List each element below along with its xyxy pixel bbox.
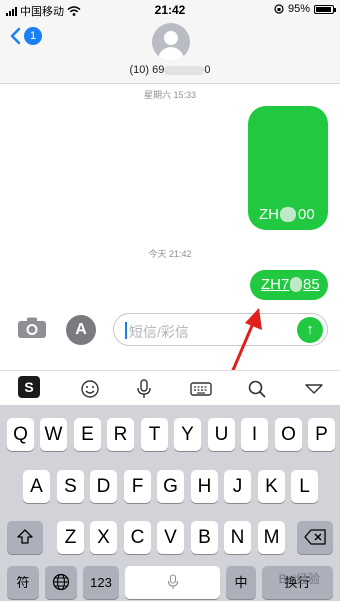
message-timestamp: 今天 21:42 [148,249,192,259]
unread-badge: 1 [24,27,42,45]
backspace-icon [304,529,326,545]
app-store-button[interactable]: A [66,315,96,345]
key-o[interactable]: O [275,418,302,451]
shift-icon [17,529,33,544]
key-a[interactable]: A [23,470,50,503]
key-k[interactable]: K [258,470,285,503]
message-text-end: 85 [303,276,320,293]
redacted-text [290,277,302,292]
key-s[interactable]: S [57,470,84,503]
numbers-key[interactable]: 123 [83,566,119,599]
key-w[interactable]: W [40,418,67,451]
status-right: 95% [274,3,336,15]
key-h[interactable]: H [191,470,218,503]
key-m[interactable]: M [258,521,285,554]
text-cursor [125,322,127,339]
key-y[interactable]: Y [174,418,201,451]
message-bubble[interactable]: ZH 00 [248,106,328,230]
key-r[interactable]: R [107,418,134,451]
symbol-key[interactable]: 符 [7,566,39,599]
search-icon[interactable] [246,379,268,399]
keyboard-row-1: Q W E R T Y U I O P [0,418,340,451]
space-key[interactable] [125,566,220,599]
conversation-header: 1 (10) 69 0 [0,20,340,84]
redacted-text [280,207,296,222]
send-button[interactable]: ↑ [297,317,323,343]
orientation-lock-icon [274,4,284,14]
key-t[interactable]: T [141,418,168,451]
key-x[interactable]: X [90,521,117,554]
watermark-logo: Bai经验 [278,572,320,586]
key-q[interactable]: Q [7,418,34,451]
message-bubble[interactable]: ZH7 85 [250,270,328,300]
status-bar: 中国移动 21:42 95% [0,0,340,20]
keyboard: Q W E R T Y U I O P A S D F G H J K L Z … [0,405,340,601]
message-text-start: ZH [259,206,279,223]
key-v[interactable]: V [157,521,184,554]
key-f[interactable]: F [124,470,151,503]
message-input-placeholder: 短信/彩信 [129,324,189,340]
globe-icon [52,573,70,591]
arrow-up-icon: ↑ [306,321,314,338]
microphone-icon [167,574,178,589]
delete-key[interactable] [297,521,333,554]
message-text-end: 00 [298,206,315,223]
battery-icon [314,4,336,14]
redacted-number [164,65,205,75]
keyboard-row-2: A S D F G H J K L [0,470,340,503]
message-text-start: ZH7 [261,276,290,293]
emoji-icon[interactable] [79,379,101,399]
key-p[interactable]: P [308,418,335,451]
chevron-left-icon [10,27,21,45]
key-u[interactable]: U [208,418,235,451]
back-button[interactable]: 1 [10,27,42,45]
key-j[interactable]: J [224,470,251,503]
camera-icon[interactable] [17,316,47,339]
shift-key[interactable] [7,521,43,554]
key-l[interactable]: L [291,470,318,503]
contact-number-suffix: 0 [204,64,211,76]
key-d[interactable]: D [90,470,117,503]
sogou-logo-icon[interactable]: S [18,376,40,398]
key-i[interactable]: I [241,418,268,451]
keyboard-row-3: Z X C V B N M [0,521,340,554]
key-e[interactable]: E [74,418,101,451]
message-input[interactable]: 短信/彩信 ↑ [113,313,328,346]
key-n[interactable]: N [224,521,251,554]
microphone-icon[interactable] [133,379,155,399]
contact-number-prefix: (10) 69 [129,64,165,76]
globe-key[interactable] [45,566,77,599]
message-timestamp: 星期六 15:33 [143,90,197,100]
language-key[interactable]: 中 [226,566,256,599]
contact-avatar[interactable] [152,23,190,61]
contact-name[interactable]: (10) 69 0 [0,64,340,76]
keyboard-icon[interactable] [190,379,212,399]
battery-percent: 95% [287,3,310,15]
collapse-keyboard-icon[interactable] [303,379,325,399]
key-g[interactable]: G [157,470,184,503]
app-store-icon: A [75,321,87,338]
key-b[interactable]: B [191,521,218,554]
key-c[interactable]: C [124,521,151,554]
keyboard-toolbar: S [0,370,340,405]
key-z[interactable]: Z [57,521,84,554]
